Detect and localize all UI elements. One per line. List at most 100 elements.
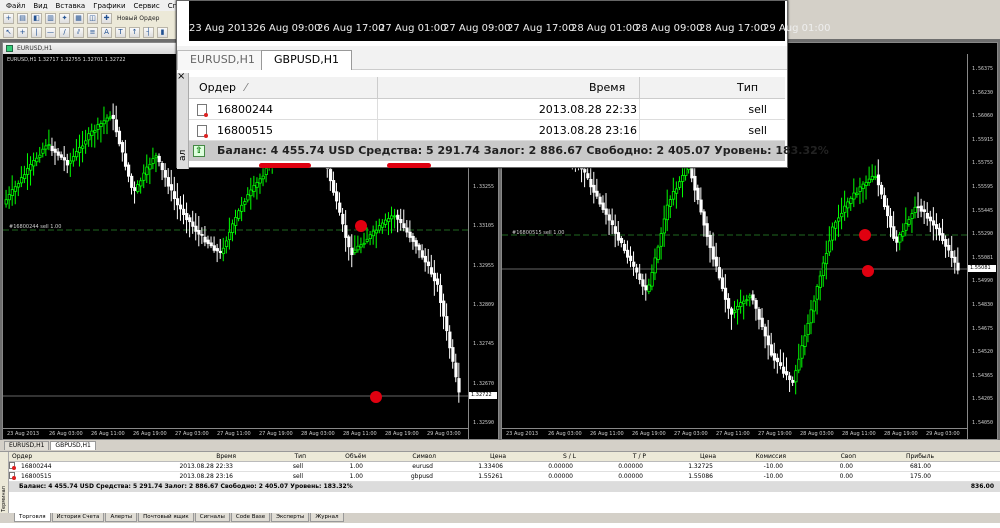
crosshair-icon[interactable]: +	[17, 26, 28, 38]
candle	[221, 237, 226, 262]
candle	[368, 231, 372, 246]
new-order-button[interactable]: Новый Ордер	[117, 15, 159, 22]
price-scale[interactable]: 1.56375 1.56230 1.56060 1.55915 1.55755 1.555…	[967, 54, 997, 439]
candle	[188, 214, 192, 238]
candle	[457, 362, 461, 403]
candle-chart-icon[interactable]: ▮	[157, 26, 168, 38]
profiles-icon[interactable]: ▤	[17, 12, 28, 24]
candle	[950, 235, 954, 268]
candle	[662, 205, 666, 247]
candle	[876, 159, 881, 197]
label-icon[interactable]: T	[115, 26, 126, 38]
terminal-order-row[interactable]: 16800244 2013.08.28 22:33 sell 1.00 eurusd 1.…	[9, 462, 1000, 472]
candle	[50, 137, 54, 156]
terminal-header-cell[interactable]: Комиссия	[719, 452, 789, 461]
new-chart-icon[interactable]: +	[3, 12, 14, 24]
time-tick-label: 26 Aug 03:00	[49, 431, 83, 437]
horizontal-line-icon[interactable]: —	[45, 26, 56, 38]
candle	[133, 181, 137, 204]
toolbar-lines: ↖ + | — / ⫽ ≡ A T ↑ ┤ ▮	[0, 25, 180, 39]
zoom-tab-gbpusd[interactable]: GBPUSD,H1	[261, 50, 352, 70]
zoom-time-label: 26 Aug 17:00	[317, 23, 385, 34]
terminal-header-cell[interactable]: T / P	[579, 452, 649, 461]
zoom-order-type: sell	[748, 124, 767, 137]
terminal-cell: gbpusd	[410, 473, 433, 480]
terminal-tab[interactable]: История Счета	[51, 513, 105, 522]
bar-chart-icon[interactable]: ┤	[143, 26, 154, 38]
terminal-header-cell[interactable]: Время	[129, 452, 239, 461]
menu-tools[interactable]: Сервис	[134, 2, 160, 10]
text-icon[interactable]: A	[101, 26, 112, 38]
menu-charts[interactable]: Графики	[93, 2, 125, 10]
time-scale[interactable]: 23 Aug 2013 26 Aug 03:00 26 Aug 11:00 26 Au…	[3, 428, 468, 439]
terminal-order-row[interactable]: 16800515 2013.08.28 23:16 sell 1.00 gbpusd 1.…	[9, 472, 1000, 482]
zoom-order-row[interactable]: 16800515 2013.08.28 23:16 sell	[189, 120, 785, 141]
menu-file[interactable]: Файл	[6, 2, 25, 10]
channel-icon[interactable]: ⫽	[73, 26, 84, 38]
fibonacci-icon[interactable]: ≡	[87, 26, 98, 38]
zoom-order-time: 2013.08.28 22:33	[538, 103, 637, 116]
zoom-order-row[interactable]: 16800244 2013.08.28 22:33 sell	[189, 99, 785, 120]
candle	[745, 294, 749, 306]
terminal-tab[interactable]: Журнал	[310, 513, 344, 522]
terminal-tab[interactable]: Сигналы	[194, 513, 230, 522]
candle	[234, 209, 238, 235]
arrows-icon[interactable]: ↑	[129, 26, 140, 38]
chart-tab-gbpusd[interactable]: GBPUSD,H1	[50, 441, 96, 450]
terminal-header-cell[interactable]: Тип	[239, 452, 309, 461]
zoom-tab-eurusd[interactable]: EURUSD,H1	[177, 50, 268, 70]
vertical-line-icon[interactable]: |	[31, 26, 42, 38]
candle	[439, 273, 443, 317]
candle	[26, 153, 30, 190]
candle	[218, 238, 223, 259]
candle	[209, 236, 213, 249]
candle	[895, 230, 899, 252]
candle	[723, 274, 728, 313]
price-tick-label: 1.32809	[473, 302, 495, 308]
zoom-header-time[interactable]: Время	[589, 77, 625, 99]
terminal-header-cell[interactable]: Ордер	[9, 452, 129, 461]
terminal-tab[interactable]: Code Base	[230, 513, 271, 522]
terminal-tab[interactable]: Алерты	[105, 513, 138, 522]
market-watch-icon[interactable]: ◧	[31, 12, 42, 24]
candle	[653, 248, 657, 281]
terminal-header-cell[interactable]: Символ	[369, 452, 439, 461]
candle	[812, 295, 816, 323]
data-window-icon[interactable]: ▥	[45, 12, 56, 24]
terminal-tab[interactable]: Торговля	[14, 513, 51, 522]
candle	[671, 177, 676, 206]
tester-icon[interactable]: ◫	[87, 12, 98, 24]
new-order-icon[interactable]: ✚	[101, 12, 112, 24]
candle	[852, 178, 856, 208]
candle	[659, 227, 663, 260]
terminal-tab[interactable]: Эксперты	[271, 513, 310, 522]
terminal-header-cell[interactable]: Прибыль	[859, 452, 937, 461]
terminal-tab[interactable]: Почтовый ящик	[138, 513, 194, 522]
navigator-icon[interactable]: ✦	[59, 12, 70, 24]
terminal-header-cell[interactable]: Объём	[309, 452, 369, 461]
terminal-header-cell[interactable]: Цена	[649, 452, 719, 461]
menu-view[interactable]: Вид	[33, 2, 47, 10]
candle	[641, 273, 645, 295]
cursor-icon[interactable]: ↖	[3, 26, 14, 38]
candle	[702, 209, 706, 237]
price-tick-label: 1.54675	[972, 325, 994, 332]
candle	[635, 263, 639, 280]
candle	[616, 221, 621, 246]
terminal-header-cell[interactable]: S / L	[509, 452, 579, 461]
time-scale[interactable]: 23 Aug 2013 26 Aug 03:00 26 Aug 11:00 26 Au…	[502, 428, 967, 439]
zoom-header-type[interactable]: Тип	[737, 77, 758, 99]
time-tick-label: 28 Aug 19:00	[884, 431, 918, 437]
terminal-icon[interactable]: ▦	[73, 12, 84, 24]
candle	[772, 342, 777, 369]
candle	[794, 364, 798, 395]
terminal-header-cell[interactable]: Своп	[789, 452, 859, 461]
chart-icon	[6, 45, 13, 52]
chart-tab-eurusd[interactable]: EURUSD,H1	[4, 441, 50, 450]
zoom-close-icon[interactable]: ×	[177, 71, 185, 82]
candle	[668, 195, 673, 219]
menu-insert[interactable]: Вставка	[56, 2, 86, 10]
trendline-icon[interactable]: /	[59, 26, 70, 38]
terminal-header-cell[interactable]: Цена	[439, 452, 509, 461]
zoom-header-order[interactable]: Ордер	[199, 77, 236, 99]
